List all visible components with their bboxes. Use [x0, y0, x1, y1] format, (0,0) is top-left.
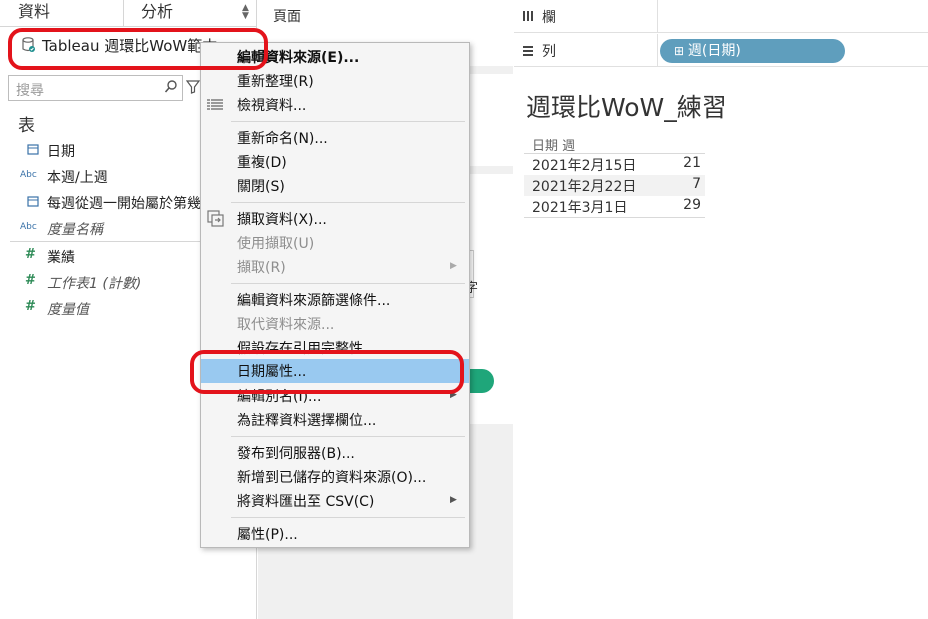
- annotation-highlight-date-properties: [190, 350, 464, 394]
- field-search-input[interactable]: 搜尋: [8, 75, 183, 101]
- menu-item-rename[interactable]: 重新命名(N)...: [201, 126, 469, 150]
- view-data-icon: [207, 99, 223, 110]
- menu-item-properties[interactable]: 屬性(P)...: [201, 522, 469, 546]
- menu-separator: [231, 121, 465, 122]
- worksheet-title: 週環比WoW_練習: [526, 93, 727, 122]
- tab-analytics[interactable]: 分析: [141, 0, 173, 26]
- field-name: 每週從週一開始屬於第幾週: [47, 196, 215, 212]
- submenu-arrow-icon: ▶: [450, 495, 457, 505]
- menu-item-annotation-fields[interactable]: 為註釋資料選擇欄位...: [201, 408, 469, 432]
- menu-item-view-data[interactable]: 檢視資料...: [201, 93, 469, 117]
- menu-item-refresh[interactable]: 重新整理(R): [201, 69, 469, 93]
- menu-item-label: 編輯資料來源篩選條件...: [237, 293, 391, 309]
- row-date: 2021年3月1日: [532, 200, 628, 216]
- menu-item-label: 將資料匯出至 CSV(C): [237, 494, 375, 510]
- extract-icon: [207, 210, 224, 227]
- number-icon: #: [25, 299, 36, 314]
- menu-item-extract-submenu[interactable]: 擷取(R) ▶: [201, 255, 469, 279]
- search-icon: [164, 80, 177, 93]
- menu-item-export-csv[interactable]: 將資料匯出至 CSV(C) ▶: [201, 489, 469, 513]
- columns-label: 欄: [542, 10, 556, 26]
- field-name: 業績: [47, 250, 75, 266]
- datasource-context-menu: 編輯資料來源(E)... 重新整理(R) 檢視資料... 重新命名(N)... …: [200, 42, 470, 548]
- string-icon: Abc: [20, 222, 37, 232]
- view-area: 欄 列 ⊞ 週(日期) 週環比WoW_練習 日期 週 2021年2月15日 21…: [514, 0, 928, 619]
- table-row[interactable]: 2021年2月22日 7: [524, 175, 705, 196]
- row-value: 29: [683, 197, 701, 213]
- menu-separator: [231, 517, 465, 518]
- row-date: 2021年2月22日: [532, 179, 637, 195]
- row-value: 7: [692, 176, 701, 192]
- table-row[interactable]: 2021年2月15日 21: [524, 154, 705, 175]
- menu-item-label: 擷取(R): [237, 260, 286, 276]
- tables-section-title: 表: [18, 116, 35, 136]
- columns-icon: [523, 11, 533, 21]
- row-date: 2021年2月15日: [532, 158, 637, 174]
- menu-item-label: 檢視資料...: [237, 98, 307, 114]
- calendar-icon: [27, 144, 39, 155]
- menu-item-label: 重新整理(R): [237, 74, 314, 90]
- menu-separator: [231, 283, 465, 284]
- row-value: 21: [683, 155, 701, 171]
- string-icon: Abc: [20, 170, 37, 180]
- field-name: 度量名稱: [47, 222, 103, 238]
- menu-item-label: 使用擷取(U): [237, 236, 315, 252]
- menu-item-use-extract[interactable]: 使用擷取(U): [201, 231, 469, 255]
- pill-label: 週(日期): [687, 43, 741, 59]
- field-name: 度量值: [47, 302, 89, 318]
- annotation-highlight-datasource: [8, 28, 268, 70]
- menu-item-label: 重新命名(N)...: [237, 131, 328, 147]
- menu-separator: [231, 436, 465, 437]
- sort-icon[interactable]: ▲ ▼: [242, 4, 249, 21]
- shelf-divider: [657, 34, 658, 67]
- number-icon: #: [25, 247, 36, 262]
- menu-item-edit-filters[interactable]: 編輯資料來源篩選條件...: [201, 288, 469, 312]
- tab-data[interactable]: 資料: [18, 0, 50, 26]
- menu-item-add-saved-datasource[interactable]: 新增到已儲存的資料來源(O)...: [201, 465, 469, 489]
- menu-item-label: 重複(D): [237, 155, 287, 171]
- menu-item-close[interactable]: 關閉(S): [201, 174, 469, 198]
- menu-item-replace-datasource[interactable]: 取代資料來源...: [201, 312, 469, 336]
- expand-plus-icon[interactable]: ⊞: [674, 44, 688, 58]
- columns-shelf[interactable]: 欄: [514, 0, 928, 33]
- search-placeholder: 搜尋: [16, 83, 44, 99]
- tab-divider: [123, 0, 124, 26]
- table-column-header: 日期 週: [532, 139, 576, 154]
- menu-item-label: 屬性(P)...: [237, 527, 298, 543]
- menu-item-label: 關閉(S): [237, 179, 285, 195]
- week-date-pill[interactable]: ⊞ 週(日期): [660, 39, 845, 63]
- table-bottom-line: [524, 217, 705, 218]
- calendar-icon: [27, 196, 39, 207]
- menu-item-label: 取代資料來源...: [237, 317, 335, 333]
- menu-item-label: 發布到伺服器(B)...: [237, 446, 355, 462]
- rows-label: 列: [542, 44, 556, 60]
- number-icon: #: [25, 273, 36, 288]
- tab-underline: [0, 26, 257, 27]
- field-name: 本週/上週: [47, 170, 108, 186]
- menu-separator: [231, 202, 465, 203]
- menu-item-publish-to-server[interactable]: 發布到伺服器(B)...: [201, 441, 469, 465]
- menu-item-label: 新增到已儲存的資料來源(O)...: [237, 470, 427, 486]
- pages-card-title: 頁面: [273, 9, 301, 25]
- shelf-divider: [657, 0, 658, 33]
- field-name: 工作表1 (計數): [47, 276, 142, 292]
- menu-item-label: 為註釋資料選擇欄位...: [237, 413, 377, 429]
- menu-item-label: 擷取資料(X)...: [237, 212, 327, 228]
- submenu-arrow-icon: ▶: [450, 261, 457, 271]
- menu-item-extract-data[interactable]: 擷取資料(X)...: [201, 207, 469, 231]
- field-name: 日期: [47, 144, 75, 160]
- rows-icon: [523, 46, 533, 56]
- filter-icon[interactable]: [186, 80, 200, 94]
- menu-item-duplicate[interactable]: 重複(D): [201, 150, 469, 174]
- table-row[interactable]: 2021年3月1日 29: [524, 196, 705, 217]
